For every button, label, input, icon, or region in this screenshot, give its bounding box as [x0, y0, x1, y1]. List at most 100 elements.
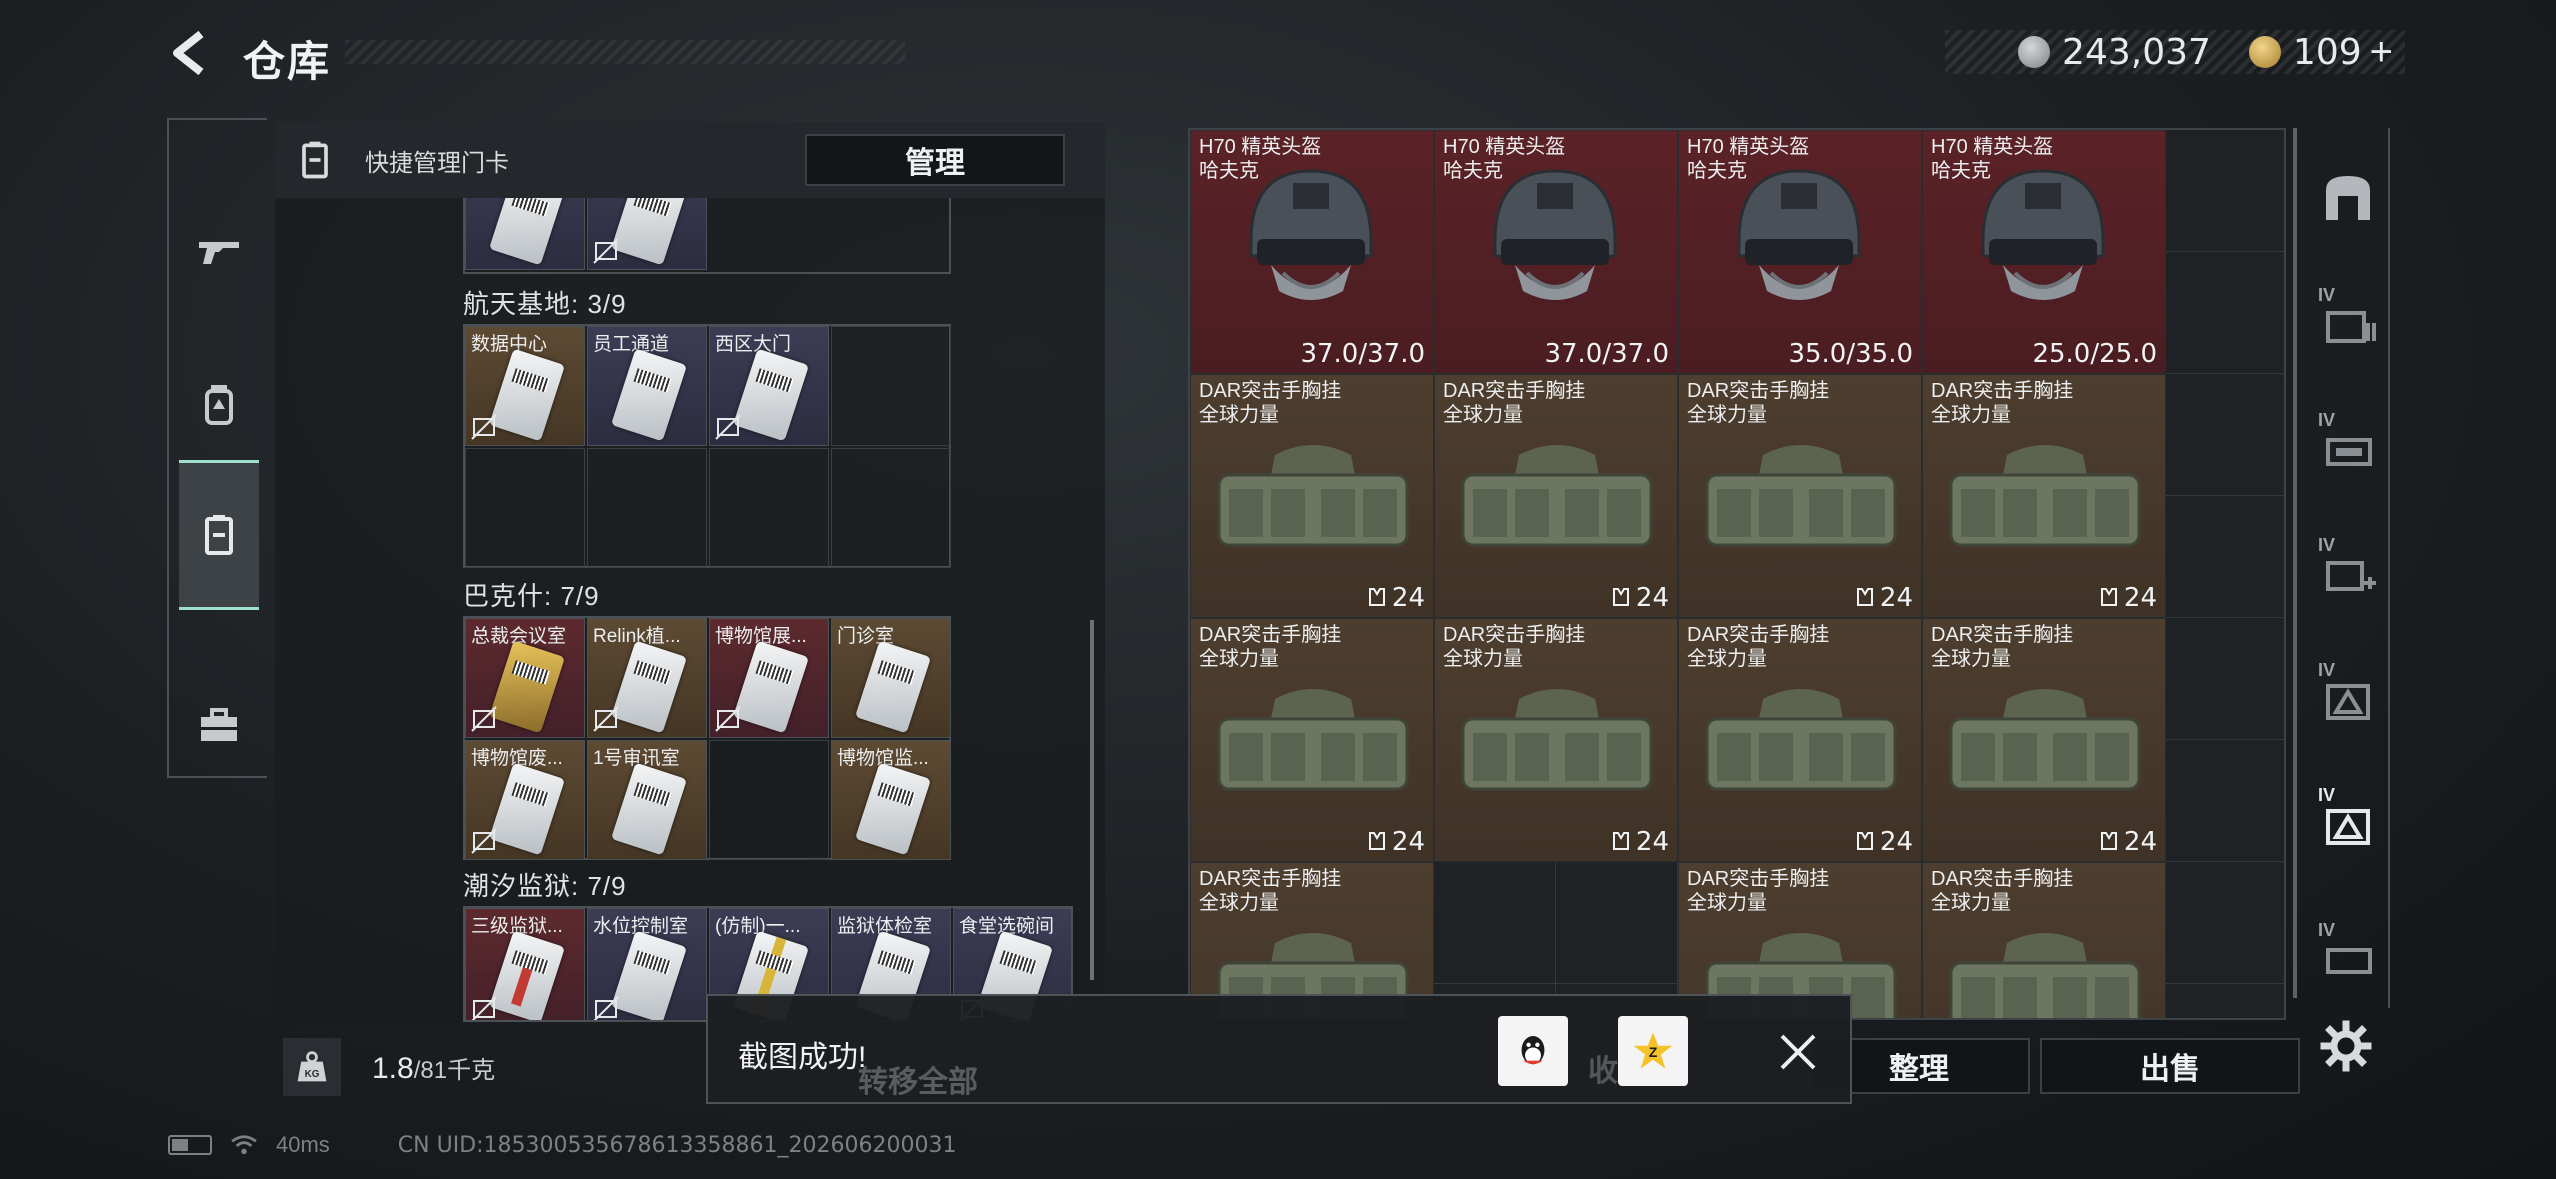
helmet-icon [1249, 169, 1373, 300]
capacity-icon [1612, 588, 1629, 606]
keycard-panel-header: 快捷管理门卡 管理 [275, 122, 1105, 198]
weight-display: 1.8/81千克 [372, 1052, 496, 1085]
chest-rig-item[interactable]: DAR突击手胸挂 全球力量 24 [1190, 618, 1434, 862]
no-trade-icon [593, 238, 619, 264]
user-id: CN UID:18530053567861335886​1_2026062000… [397, 1132, 957, 1158]
tab-safe-box[interactable] [2312, 138, 2384, 258]
no-trade-icon [593, 996, 619, 1020]
tab-storage-iv-4[interactable]: IV [2312, 638, 2384, 758]
sell-button[interactable]: 出售 [2040, 1038, 2300, 1094]
keycard-panel-title: 快捷管理门卡 [365, 149, 509, 177]
no-trade-icon [471, 414, 497, 440]
close-icon [1780, 1034, 1816, 1070]
chest-rig-icon [1217, 689, 1409, 791]
chest-rig-item[interactable]: DAR突击手胸挂 全球力量 24 [1678, 374, 1922, 618]
helmet-icon [1981, 169, 2105, 300]
no-trade-icon [715, 414, 741, 440]
keycard-item[interactable]: Relink植... [587, 618, 707, 738]
helmet-item[interactable]: H70 精英头盔 哈夫克 37.0/37.0 [1434, 130, 1678, 374]
gold-coin-icon [2248, 36, 2281, 68]
manage-button[interactable]: 管理 [805, 134, 1065, 186]
chest-rig-item[interactable]: DAR突击手胸挂 全球力量 24 [1190, 374, 1434, 618]
tab-supplies[interactable] [179, 650, 259, 800]
capacity-icon [1368, 832, 1385, 850]
helmet-item[interactable]: H70 精英头盔 哈夫克 35.0/35.0 [1678, 130, 1922, 374]
helmet-item[interactable]: H70 精英头盔 哈夫克 25.0/25.0 [1922, 130, 2166, 374]
tab-storage-iv-5[interactable]: IV [2312, 763, 2384, 883]
chest-rig-item[interactable]: DAR突击手胸挂 全球力量 [1922, 862, 2166, 1018]
qzone-star-icon: Z [1633, 1032, 1673, 1069]
capacity-icon [2100, 832, 2117, 850]
silver-coin-icon [2018, 36, 2051, 68]
back-button[interactable] [165, 28, 215, 78]
close-toast-button[interactable] [1768, 1022, 1828, 1082]
qq-icon [1521, 1036, 1545, 1065]
section-title: 巴克什: 7/9 [463, 581, 600, 611]
tab-weapons[interactable] [179, 175, 259, 325]
keycard-item[interactable] [587, 190, 707, 270]
chest-rig-item[interactable]: DAR突击手胸挂 全球力量 24 [1434, 374, 1678, 618]
chest-rig-icon [1217, 445, 1409, 547]
helmet-icon [1737, 169, 1861, 300]
tab-storage-iv-2[interactable]: IV [2312, 388, 2384, 508]
gun-icon [199, 242, 239, 264]
share-qzone-button[interactable]: Z [1618, 1016, 1688, 1086]
keycard-icon [275, 122, 355, 198]
section-title: 潮汐监狱: 7/9 [463, 871, 627, 901]
chest-rig-item[interactable]: DAR突击手胸挂 全球力量 24 [1922, 618, 2166, 862]
keycard-item[interactable]: 博物馆展... [709, 618, 829, 738]
settings-button[interactable] [2318, 1018, 2374, 1074]
add-currency-button[interactable]: + [2370, 30, 2393, 75]
back-arrow-icon [173, 30, 204, 76]
keycard-block-bakhsh: 总裁会议室 Relink植... 博物馆展... 门诊室 博物馆废... 1号审… [463, 616, 951, 860]
no-trade-icon [471, 996, 497, 1020]
wifi-icon [231, 1135, 257, 1155]
toast-message: 截图成功! [738, 1041, 867, 1074]
keycard-icon [205, 515, 233, 555]
keycard-item[interactable]: 博物馆废... [465, 740, 585, 860]
helmet-item[interactable]: H70 精英头盔 哈夫克 37.0/37.0 [1190, 130, 1434, 374]
weight-icon: KG [283, 1038, 341, 1096]
keycard-item[interactable]: 三级监狱... [465, 908, 585, 1020]
chest-rig-item[interactable]: DAR突击手胸挂 全球力量 24 [1678, 618, 1922, 862]
ping-value: 40ms [276, 1132, 330, 1157]
keycard-item[interactable]: 数据中心 [465, 326, 585, 446]
keycard-block-aerospace: 数据中心 员工通道 西区大门 [463, 324, 951, 568]
keycard-grid-area: 航天基地: 3/9 数据中心 员工通道 西区大门 巴克什: 7/9 总裁会议室 … [275, 188, 1105, 1022]
capacity-icon [1856, 832, 1873, 850]
keycard-item[interactable]: 员工通道 [587, 326, 707, 446]
keycard-scrollbar[interactable] [1090, 620, 1094, 980]
keycard-item[interactable]: 水位控制室 [587, 908, 707, 1020]
no-trade-icon [471, 706, 497, 732]
keycard-item[interactable]: 门诊室 [831, 618, 951, 738]
share-qq-button[interactable] [1498, 1016, 1568, 1086]
tab-storage-iv-1[interactable]: IV [2312, 263, 2384, 383]
gear-icon [2320, 1020, 2372, 1072]
left-category-tabs [167, 118, 267, 778]
storage-grid: H70 精英头盔 哈夫克 37.0/37.0 H70 精英头盔 哈夫克 37.0/3… [1188, 128, 2286, 1020]
chest-rig-item[interactable]: DAR突击手胸挂 全球力量 24 [1922, 374, 2166, 618]
tab-storage-iv-3[interactable]: IV [2312, 513, 2384, 633]
storage-scrollbar[interactable] [2293, 128, 2297, 998]
keycard-item[interactable] [465, 190, 585, 270]
tab-keycards[interactable] [179, 460, 259, 610]
no-trade-icon [471, 828, 497, 854]
keycard-item[interactable]: 总裁会议室 [465, 618, 585, 738]
svg-text:KG: KG [305, 1069, 320, 1080]
silver-currency-value: 243,037 [2062, 31, 2211, 73]
page-title: 仓库 [243, 38, 332, 85]
tab-gear[interactable] [179, 330, 259, 480]
chest-rig-icon [1949, 933, 2141, 1018]
keycard-item[interactable]: 博物馆监... [831, 740, 951, 860]
chest-rig-icon [1461, 445, 1653, 547]
helmet-icon [1493, 169, 1617, 300]
tab-storage-iv-6[interactable]: IV [2312, 898, 2384, 1018]
chest-rig-item[interactable]: DAR突击手胸挂 全球力量 24 [1434, 618, 1678, 862]
chest-rig-icon [1949, 689, 2141, 791]
keycard-block-top [463, 188, 951, 274]
battery-icon [168, 1135, 212, 1155]
keycard-item[interactable]: 1号审讯室 [587, 740, 707, 860]
no-trade-icon [593, 706, 619, 732]
keycard-item[interactable]: 西区大门 [709, 326, 829, 446]
status-bar: 40ms CN UID:18530053567861335886​1_20260… [168, 1130, 956, 1160]
